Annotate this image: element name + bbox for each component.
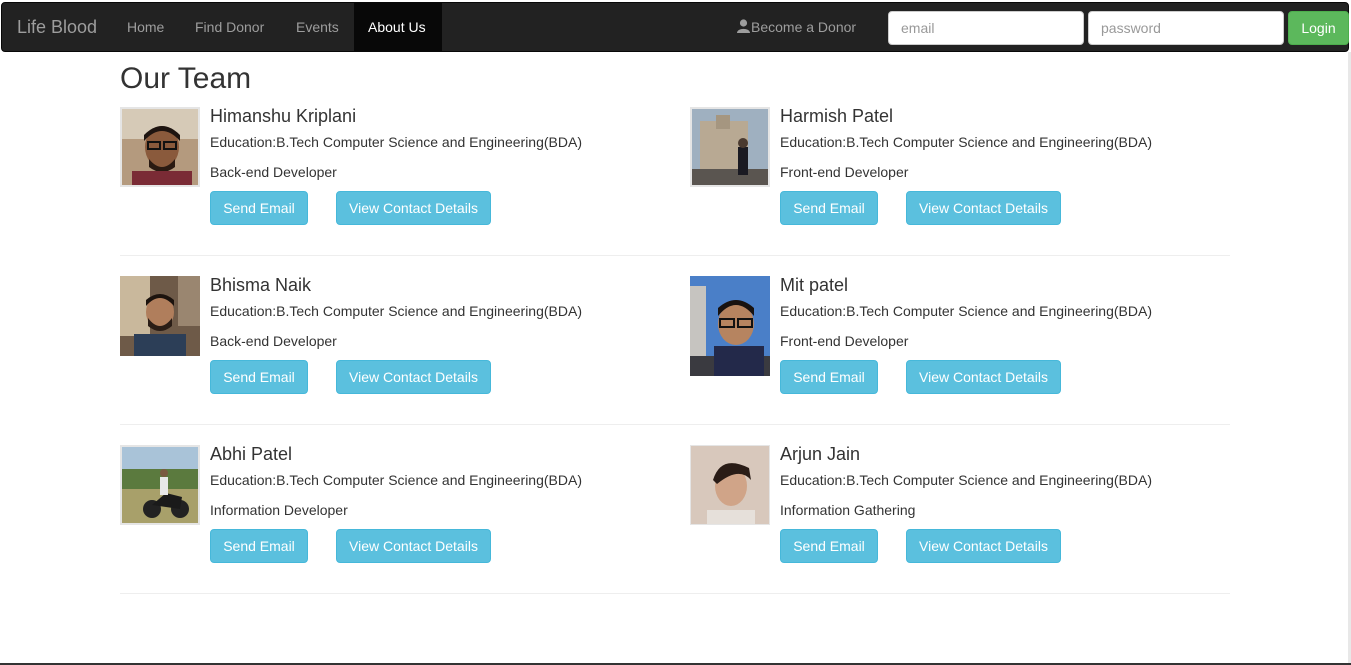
nav-about-us[interactable]: About Us (354, 3, 442, 51)
member-photo (120, 276, 200, 356)
member-photo (690, 107, 770, 187)
password-input[interactable] (1088, 11, 1284, 45)
member-name: Abhi Patel (210, 444, 293, 464)
send-email-button[interactable]: Send Email (210, 529, 308, 563)
member-photo (690, 445, 770, 525)
member-education: Education:B.Tech Computer Science and En… (780, 134, 1152, 150)
login-button[interactable]: Login (1288, 11, 1349, 45)
member-name: Himanshu Kriplani (210, 106, 357, 126)
send-email-button[interactable]: Send Email (210, 191, 308, 225)
team-member-card: Himanshu Kriplani Education:B.Tech Compu… (120, 106, 680, 267)
nav-events[interactable]: Events (281, 3, 354, 51)
nav-home[interactable]: Home (112, 3, 179, 51)
send-email-button[interactable]: Send Email (780, 191, 878, 225)
view-contact-details-button[interactable]: View Contact Details (336, 360, 491, 394)
view-contact-details-button[interactable]: View Contact Details (336, 529, 491, 563)
member-photo (690, 276, 770, 376)
member-role: Information Gathering (780, 502, 916, 518)
view-contact-details-button[interactable]: View Contact Details (906, 191, 1061, 225)
member-education: Education:B.Tech Computer Science and En… (210, 303, 582, 319)
member-education: Education:B.Tech Computer Science and En… (210, 134, 582, 150)
member-education: Education:B.Tech Computer Science and En… (780, 303, 1152, 319)
member-name: Bhisma Naik (210, 275, 312, 295)
become-donor-link[interactable]: Become a Donor (737, 3, 856, 51)
member-education: Education:B.Tech Computer Science and En… (210, 472, 582, 488)
member-name: Arjun Jain (780, 444, 861, 464)
top-navbar: Life Blood Home Find Donor Events About … (1, 2, 1349, 52)
row-divider (120, 424, 1230, 425)
member-name: Mit patel (780, 275, 849, 295)
send-email-button[interactable]: Send Email (210, 360, 308, 394)
become-donor-label: Become a Donor (751, 19, 857, 35)
member-photo (120, 445, 200, 525)
brand-logo[interactable]: Life Blood (17, 3, 97, 51)
user-icon (737, 4, 750, 52)
team-member-card: Harmish Patel Education:B.Tech Computer … (690, 106, 1250, 267)
row-divider (120, 593, 1230, 594)
row-divider (120, 255, 1230, 256)
member-role: Front-end Developer (780, 333, 909, 349)
view-contact-details-button[interactable]: View Contact Details (336, 191, 491, 225)
view-contact-details-button[interactable]: View Contact Details (906, 360, 1061, 394)
member-name: Harmish Patel (780, 106, 894, 126)
team-member-card: Bhisma Naik Education:B.Tech Computer Sc… (120, 275, 680, 436)
view-contact-details-button[interactable]: View Contact Details (906, 529, 1061, 563)
member-role: Back-end Developer (210, 164, 337, 180)
member-role: Back-end Developer (210, 333, 337, 349)
nav-find-donor[interactable]: Find Donor (180, 3, 279, 51)
send-email-button[interactable]: Send Email (780, 529, 878, 563)
team-member-card: Mit patel Education:B.Tech Computer Scie… (690, 275, 1250, 436)
member-role: Information Developer (210, 502, 348, 518)
email-input[interactable] (888, 11, 1084, 45)
member-role: Front-end Developer (780, 164, 909, 180)
team-member-card: Arjun Jain Education:B.Tech Computer Sci… (690, 444, 1250, 605)
team-member-card: Abhi Patel Education:B.Tech Computer Sci… (120, 444, 680, 605)
page-title: Our Team (120, 62, 252, 95)
member-photo (120, 107, 200, 187)
member-education: Education:B.Tech Computer Science and En… (780, 472, 1152, 488)
send-email-button[interactable]: Send Email (780, 360, 878, 394)
